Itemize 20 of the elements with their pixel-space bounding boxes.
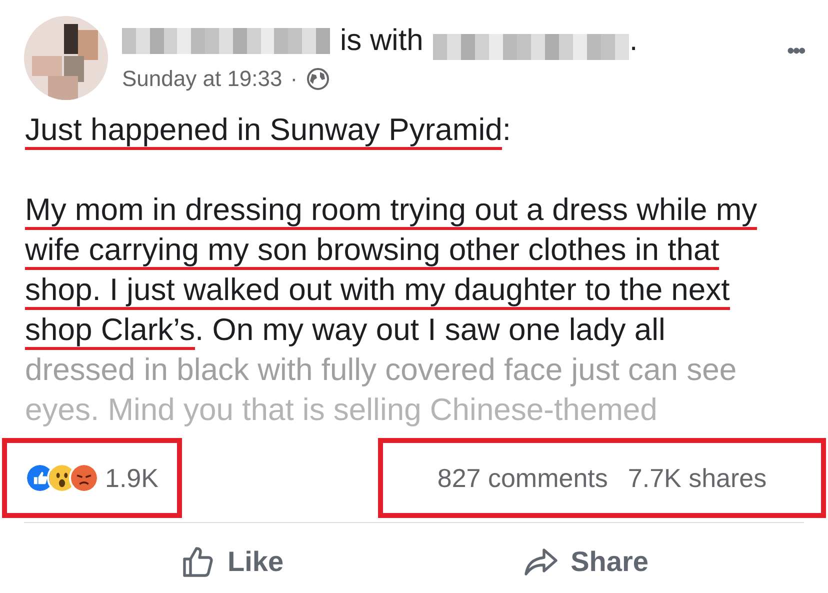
more-options-button[interactable]: ••• [786,34,804,67]
shares-count[interactable]: 7.7K shares [628,458,767,498]
reaction-count: 1.9K [105,462,158,494]
post-text-line: dressed in black with fully covered face just can see [25,351,738,389]
like-button[interactable]: Like [170,535,294,589]
post-text-line: shop Clark’s. On my way out I saw one lady all [25,310,803,350]
angry-emoji-icon [69,463,99,493]
reactions-summary[interactable]: 1.9K [2,438,182,518]
post-text-line: My mom in dressing room trying out a dress while my [25,190,803,230]
globe-icon [306,66,330,90]
share-button[interactable]: Share [512,535,658,589]
comments-count[interactable]: 827 comments [437,458,608,498]
separator-dot: · [290,65,298,93]
post-text-line: shop. I just walked out with my daughter to the next [25,270,803,310]
post-text-line: wife carrying my son browsing other clothes in that [25,230,803,270]
post-text-line: Just happened in Sunway Pyramid: [25,110,803,150]
period-text: . [629,23,638,59]
post-time[interactable]: Sunday at 19:33 [122,62,282,95]
post-text-line: eyes. Mind you that is selling Chinese-themed [25,391,658,429]
post-header-text: is with [340,23,424,59]
